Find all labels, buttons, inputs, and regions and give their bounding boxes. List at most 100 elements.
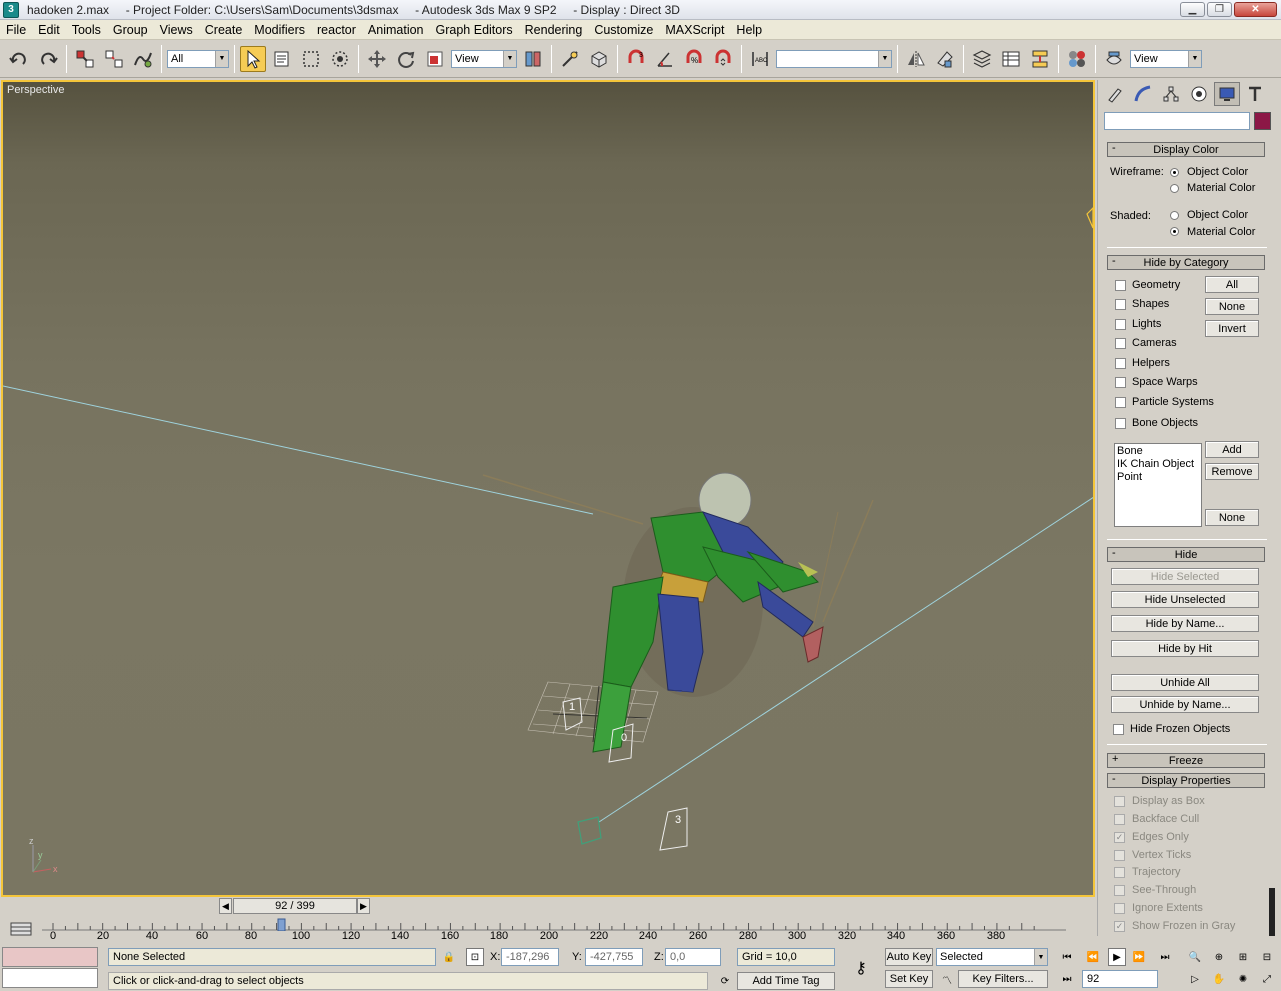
menu-maxscript[interactable]: MAXScript [659, 23, 730, 37]
menu-modifiers[interactable]: Modifiers [248, 23, 311, 37]
time-tag-icon[interactable]: ⟳ [716, 972, 734, 990]
absolute-mode-icon[interactable]: ⊡ [466, 948, 484, 966]
x-coordinate-field[interactable]: -187,296 [501, 948, 559, 966]
time-next-arrow-icon[interactable]: ▶ [357, 898, 370, 914]
selection-lock-icon[interactable]: 🔒 [440, 948, 458, 966]
arc-rotate-icon[interactable]: ✺ [1234, 970, 1252, 988]
unlink-selection-button[interactable] [101, 46, 127, 72]
menu-edit[interactable]: Edit [32, 23, 66, 37]
menu-views[interactable]: Views [154, 23, 199, 37]
list-none-button[interactable]: None [1205, 509, 1259, 526]
menu-tools[interactable]: Tools [66, 23, 107, 37]
hide-frozen-objects-checkbox[interactable] [1113, 724, 1124, 735]
key-mode-toggle-icon[interactable]: ⏭ [1058, 970, 1076, 988]
default-in-out-tangent-key-icon[interactable]: ⚷ [848, 958, 874, 978]
undo-button[interactable] [6, 46, 32, 72]
geometry-checkbox[interactable] [1115, 280, 1126, 291]
perspective-viewport[interactable]: 1 0 3 z x y Perspective [1, 80, 1095, 897]
trajectory-checkbox[interactable] [1114, 867, 1125, 878]
set-key-button[interactable]: Set Key [885, 970, 933, 988]
current-frame-marker[interactable] [277, 918, 286, 931]
cameras-checkbox[interactable] [1115, 338, 1126, 349]
zoom-extents-all-icon[interactable]: ⊟ [1258, 948, 1276, 966]
list-item[interactable]: IK Chain Object [1117, 458, 1199, 471]
go-to-end-icon[interactable]: ⏭ [1156, 948, 1174, 966]
helpers-checkbox[interactable] [1115, 358, 1126, 369]
edit-named-selection-button[interactable]: ABC [747, 46, 773, 72]
select-and-link-button[interactable] [72, 46, 98, 72]
ignore-extents-checkbox[interactable] [1114, 903, 1125, 914]
object-name-field[interactable] [1104, 112, 1250, 130]
align-button[interactable] [932, 46, 958, 72]
material-editor-button[interactable] [1064, 46, 1090, 72]
angle-snap-toggle-button[interactable] [652, 46, 678, 72]
maxscript-listener-mini[interactable] [2, 947, 98, 967]
category-all-button[interactable]: All [1205, 276, 1259, 293]
category-invert-button[interactable]: Invert [1205, 320, 1259, 337]
menu-file[interactable]: File [0, 23, 32, 37]
backface-cull-checkbox[interactable] [1114, 814, 1125, 825]
tab-utilities[interactable] [1242, 82, 1268, 106]
y-coordinate-field[interactable]: -427,755 [585, 948, 643, 966]
shaded-material-color-radio[interactable] [1170, 227, 1179, 236]
go-to-start-icon[interactable]: ⏮ [1058, 948, 1076, 966]
tab-create[interactable] [1102, 82, 1128, 106]
edges-only-checkbox[interactable]: ✓ [1114, 832, 1125, 843]
menu-customize[interactable]: Customize [588, 23, 659, 37]
select-object-button[interactable] [240, 45, 266, 72]
named-selection-dropdown[interactable]: ▼ [776, 49, 892, 68]
scene-canvas[interactable]: 1 0 3 z x y [3, 82, 1093, 895]
menu-create[interactable]: Create [199, 23, 249, 37]
select-and-move-button[interactable] [364, 46, 390, 72]
menu-help[interactable]: Help [730, 23, 768, 37]
curve-editor-button[interactable] [998, 46, 1024, 72]
key-filters-button[interactable]: Key Filters... [958, 970, 1048, 988]
z-coordinate-field[interactable]: 0,0 [665, 948, 721, 966]
menu-reactor[interactable]: reactor [311, 23, 362, 37]
display-properties-rollout[interactable]: - Display Properties [1107, 773, 1265, 788]
spinner-snap-toggle-button[interactable] [710, 46, 736, 72]
category-none-button[interactable]: None [1205, 298, 1259, 315]
hide-rollout[interactable]: - Hide [1107, 547, 1265, 562]
menu-graph-editors[interactable]: Graph Editors [430, 23, 519, 37]
viewport-label[interactable]: Perspective [7, 84, 64, 96]
hide-by-category-rollout[interactable]: - Hide by Category [1107, 255, 1265, 270]
list-remove-button[interactable]: Remove [1205, 463, 1259, 480]
lights-checkbox[interactable] [1115, 319, 1126, 330]
zoom-all-icon[interactable]: ⊕ [1210, 948, 1228, 966]
maxscript-input-mini[interactable] [2, 968, 98, 988]
selection-filter-dropdown[interactable]: All ▼ [167, 49, 229, 68]
select-by-name-button[interactable] [269, 46, 295, 72]
particle-systems-checkbox[interactable] [1115, 397, 1126, 408]
layer-manager-button[interactable] [969, 46, 995, 72]
time-slider[interactable]: 92 / 399 [233, 898, 357, 914]
tab-hierarchy[interactable] [1158, 82, 1184, 106]
tab-modify[interactable] [1130, 82, 1156, 106]
tab-motion[interactable] [1186, 82, 1212, 106]
menu-group[interactable]: Group [107, 23, 154, 37]
vertex-ticks-checkbox[interactable] [1114, 850, 1125, 861]
unhide-by-name-button[interactable]: Unhide by Name... [1111, 696, 1259, 713]
redo-button[interactable] [35, 46, 61, 72]
category-listbox[interactable]: Bone IK Chain Object Point [1114, 443, 1202, 527]
play-icon[interactable]: ▶ [1108, 948, 1126, 966]
shaded-object-color-radio[interactable] [1170, 211, 1179, 220]
hide-by-name-button[interactable]: Hide by Name... [1111, 615, 1259, 632]
snaps-toggle-button[interactable]: 3 [623, 46, 649, 72]
menu-animation[interactable]: Animation [362, 23, 430, 37]
track-bar[interactable]: 0 20 40 60 80 100 120 140 160 180 200 22… [0, 917, 1096, 945]
list-item[interactable]: Bone [1117, 445, 1199, 458]
bind-to-space-warp-button[interactable] [130, 46, 156, 72]
hide-unselected-button[interactable]: Hide Unselected [1111, 591, 1259, 608]
percent-snap-toggle-button[interactable]: % [681, 46, 707, 72]
close-button[interactable]: ✕ [1234, 2, 1277, 17]
select-and-manipulate-button[interactable] [557, 46, 583, 72]
list-add-button[interactable]: Add [1205, 441, 1259, 458]
menu-rendering[interactable]: Rendering [519, 23, 589, 37]
time-prev-arrow-icon[interactable]: ◀ [219, 898, 232, 914]
panel-scrollbar[interactable] [1269, 888, 1275, 936]
pivot-center-button[interactable] [520, 46, 546, 72]
unhide-all-button[interactable]: Unhide All [1111, 674, 1259, 691]
zoom-extents-icon[interactable]: ⊞ [1234, 948, 1252, 966]
select-and-scale-button[interactable] [422, 46, 448, 72]
